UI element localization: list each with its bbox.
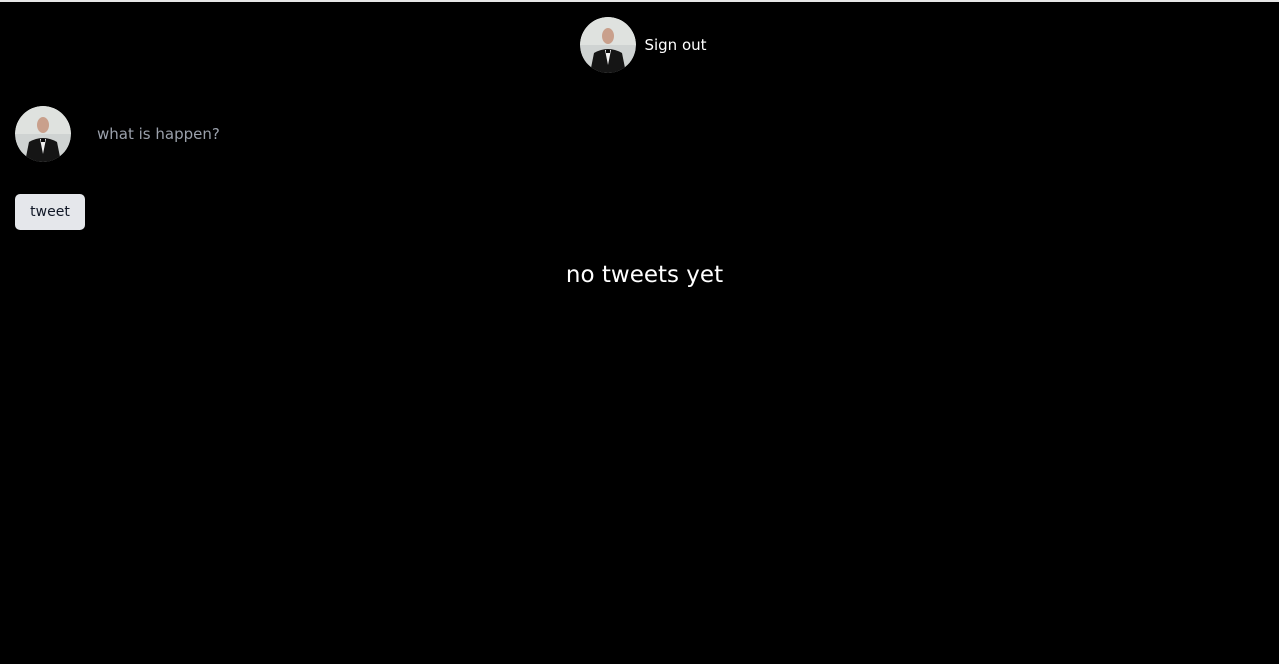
account-menu: Sign out (580, 17, 707, 73)
user-avatar-icon (15, 106, 71, 162)
sign-out-button[interactable]: Sign out (644, 36, 706, 54)
user-avatar-icon[interactable] (580, 17, 637, 73)
compose-box (15, 106, 699, 162)
empty-feed-message: no tweets yet (565, 262, 724, 288)
tweet-button[interactable]: tweet (15, 194, 85, 230)
top-nav: Sign out (0, 2, 1279, 90)
tweet-compose-input[interactable] (95, 118, 699, 150)
